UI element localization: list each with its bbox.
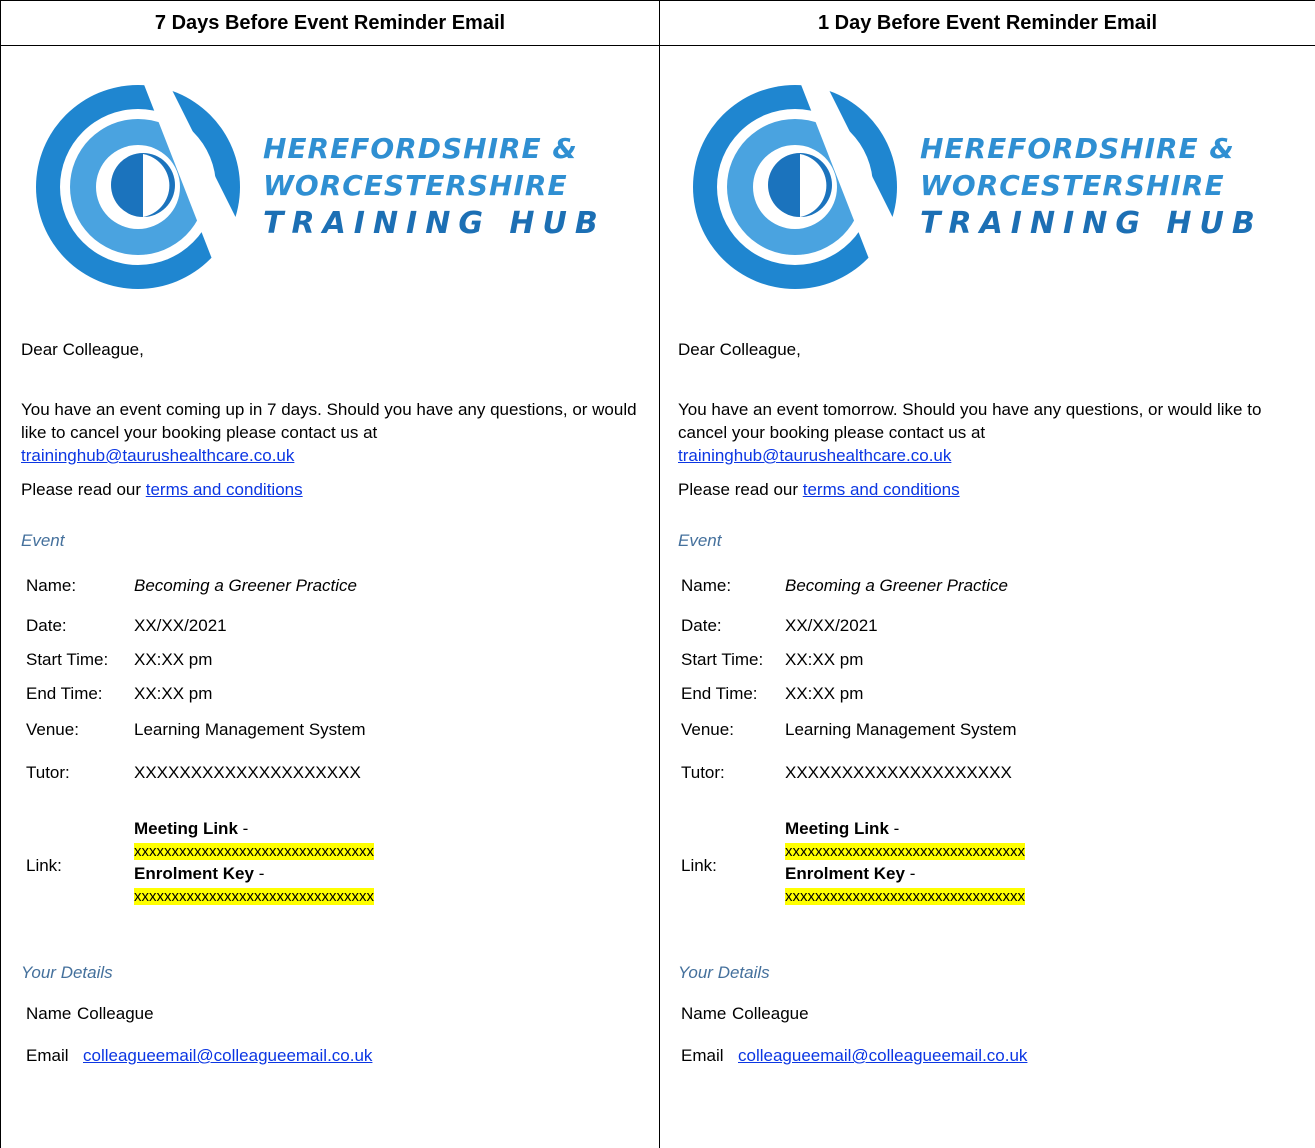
- event-start-label: Start Time:: [26, 650, 108, 670]
- event-heading: Event: [21, 531, 64, 551]
- details-name-value: Colleague: [77, 1004, 154, 1024]
- event-tutor-label: Tutor:: [681, 763, 725, 783]
- email-comparison-table: 7 Days Before Event Reminder Email 1 Day…: [0, 0, 1315, 1148]
- meeting-link-value[interactable]: xxxxxxxxxxxxxxxxxxxxxxxxxxxxxxxx: [785, 843, 1025, 860]
- training-hub-logo: HEREFORDSHIRE & WORCESTERSHIRE TRAINING …: [33, 82, 593, 292]
- greeting: Dear Colleague,: [21, 338, 639, 361]
- terms-prefix: Please read our: [678, 480, 803, 499]
- logo-text-line3: TRAINING HUB: [263, 206, 606, 241]
- training-hub-logo: HEREFORDSHIRE & WORCESTERSHIRE TRAINING …: [690, 82, 1250, 292]
- your-details-heading: Your Details: [21, 963, 113, 983]
- training-hub-logo-icon: [33, 82, 243, 292]
- event-venue-label: Venue:: [26, 720, 79, 740]
- meeting-link-value[interactable]: xxxxxxxxxxxxxxxxxxxxxxxxxxxxxxxx: [134, 843, 374, 860]
- event-venue-value: Learning Management System: [785, 720, 1017, 740]
- details-name-label: Name: [26, 1004, 71, 1024]
- enrolment-key-label: Enrolment Key: [134, 864, 254, 883]
- enrolment-key-sep: -: [254, 864, 264, 883]
- enrolment-key-label: Enrolment Key: [785, 864, 905, 883]
- greeting: Dear Colleague,: [678, 338, 1295, 361]
- body-text-block: You have an event coming up in 7 days. S…: [21, 398, 639, 467]
- logo-text-line2: WORCESTERSHIRE: [263, 169, 568, 202]
- details-email-label: Email: [681, 1046, 724, 1066]
- body-text-block: You have an event tomorrow. Should you h…: [678, 398, 1295, 467]
- column-header-7-days: 7 Days Before Event Reminder Email: [1, 1, 660, 46]
- your-details-heading: Your Details: [678, 963, 770, 983]
- event-name-value: Becoming a Greener Practice: [134, 576, 357, 596]
- logo-text-line2: WORCESTERSHIRE: [920, 169, 1225, 202]
- event-date-label: Date:: [26, 616, 67, 636]
- terms-line: Please read our terms and conditions: [678, 478, 1295, 501]
- enrolment-key-value: xxxxxxxxxxxxxxxxxxxxxxxxxxxxxxxx: [134, 888, 374, 905]
- details-name-label: Name: [681, 1004, 726, 1024]
- event-end-value: XX:XX pm: [134, 684, 212, 704]
- event-tutor-label: Tutor:: [26, 763, 70, 783]
- contact-email-link[interactable]: traininghub@taurushealthcare.co.uk: [21, 446, 294, 465]
- meeting-link-label: Meeting Link: [134, 819, 238, 838]
- contact-email-link[interactable]: traininghub@taurushealthcare.co.uk: [678, 446, 951, 465]
- terms-link[interactable]: terms and conditions: [146, 480, 303, 499]
- logo-text-line3: TRAINING HUB: [920, 206, 1263, 241]
- event-end-value: XX:XX pm: [785, 684, 863, 704]
- event-tutor-value: XXXXXXXXXXXXXXXXXXXX: [785, 763, 1012, 783]
- event-link-label: Link:: [26, 856, 62, 876]
- event-start-label: Start Time:: [681, 650, 763, 670]
- terms-prefix: Please read our: [21, 480, 146, 499]
- event-end-label: End Time:: [681, 684, 758, 704]
- event-start-value: XX:XX pm: [134, 650, 212, 670]
- logo-text-line1: HEREFORDSHIRE &: [920, 132, 1235, 165]
- details-name-value: Colleague: [732, 1004, 809, 1024]
- event-link-block: Meeting Link - xxxxxxxxxxxxxxxxxxxxxxxxx…: [785, 818, 1025, 908]
- event-date-value: XX/XX/2021: [134, 616, 227, 636]
- terms-link[interactable]: terms and conditions: [803, 480, 960, 499]
- event-venue-label: Venue:: [681, 720, 734, 740]
- enrolment-key-value: xxxxxxxxxxxxxxxxxxxxxxxxxxxxxxxx: [785, 888, 1025, 905]
- event-date-value: XX/XX/2021: [785, 616, 878, 636]
- event-date-label: Date:: [681, 616, 722, 636]
- email-column-7-days: HEREFORDSHIRE & WORCESTERSHIRE TRAINING …: [1, 46, 660, 1148]
- meeting-link-sep: -: [889, 819, 899, 838]
- column-header-1-day: 1 Day Before Event Reminder Email: [660, 1, 1315, 46]
- training-hub-logo-icon: [690, 82, 900, 292]
- logo-text-line1: HEREFORDSHIRE &: [263, 132, 578, 165]
- details-email-label: Email: [26, 1046, 69, 1066]
- event-tutor-value: XXXXXXXXXXXXXXXXXXXX: [134, 763, 361, 783]
- event-end-label: End Time:: [26, 684, 103, 704]
- event-heading: Event: [678, 531, 721, 551]
- event-name-value: Becoming a Greener Practice: [785, 576, 1008, 596]
- enrolment-key-sep: -: [905, 864, 915, 883]
- meeting-link-label: Meeting Link: [785, 819, 889, 838]
- event-start-value: XX:XX pm: [785, 650, 863, 670]
- event-link-label: Link:: [681, 856, 717, 876]
- email-column-1-day: HEREFORDSHIRE & WORCESTERSHIRE TRAINING …: [660, 46, 1315, 1148]
- body-text: You have an event coming up in 7 days. S…: [21, 400, 637, 442]
- event-name-label: Name:: [26, 576, 76, 596]
- event-name-label: Name:: [681, 576, 731, 596]
- details-email-link[interactable]: colleagueemail@colleagueemail.co.uk: [738, 1046, 1027, 1066]
- terms-line: Please read our terms and conditions: [21, 478, 639, 501]
- event-link-block: Meeting Link - xxxxxxxxxxxxxxxxxxxxxxxxx…: [134, 818, 374, 908]
- body-text: You have an event tomorrow. Should you h…: [678, 400, 1261, 442]
- meeting-link-sep: -: [238, 819, 248, 838]
- details-email-link[interactable]: colleagueemail@colleagueemail.co.uk: [83, 1046, 372, 1066]
- event-venue-value: Learning Management System: [134, 720, 366, 740]
